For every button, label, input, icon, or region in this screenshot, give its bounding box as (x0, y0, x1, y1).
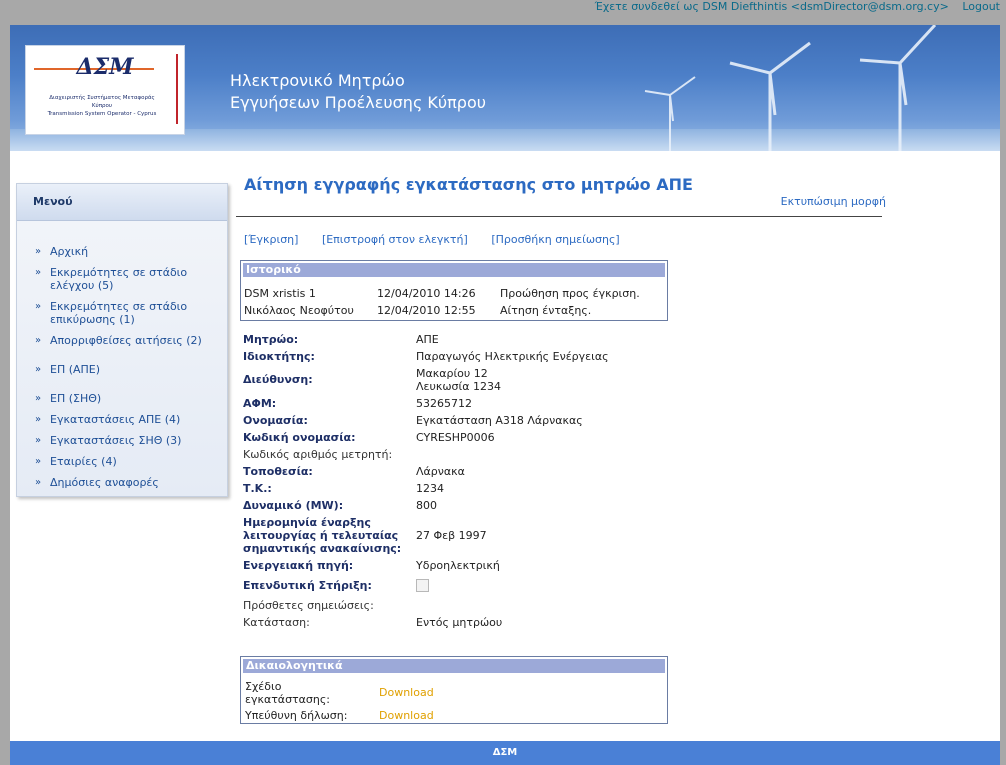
double-chevron-icon: » (35, 364, 42, 375)
double-chevron-icon: » (35, 414, 42, 425)
doc-label-installation-plan: Σχέδιο εγκατάστασης: (245, 680, 331, 706)
header-banner: ΔΣΜ Διαχειριστής Συστήματος Μεταφοράς Κύ… (10, 25, 1000, 151)
history-user: Νικόλαος Νεοφύτου (244, 304, 354, 317)
download-declaration-link[interactable]: Download (379, 709, 434, 722)
return-to-reviewer-link[interactable]: [Επιστροφή στον ελεγκτή] (322, 233, 468, 246)
sidebar-body: » Αρχική » Εκκρεμότητες σε στάδιο ελέγχου … (17, 221, 227, 496)
title-divider (236, 216, 882, 217)
sidebar-item-chp-installations[interactable]: » Εγκαταστάσεις ΣΗΘ (3) (35, 434, 215, 447)
sidebar-item-rejected[interactable]: » Απορριφθείσες αιτήσεις (2) (35, 334, 215, 347)
wind-turbines-image (644, 25, 937, 151)
sidebar-item-public-reports[interactable]: » Δημόσιες αναφορές (35, 476, 215, 489)
sidebar-menu: Μενού » Αρχική » Εκκρεμότητες σε στάδιο ελ… (16, 183, 228, 497)
double-chevron-icon: » (35, 435, 42, 446)
sidebar-item-res-installations[interactable]: » Εγκαταστάσεις ΑΠΕ (4) (35, 413, 215, 426)
sidebar-item-pending-review[interactable]: » Εκκρεμότητες σε στάδιο ελέγχου (5) (35, 266, 215, 292)
page-container: ΔΣΜ Διαχειριστής Συστήματος Μεταφοράς Κύ… (10, 25, 1000, 765)
field-address: Διεύθυνση: Μακαρίου 12 Λευκωσία 1234 (243, 367, 501, 393)
logout-link[interactable]: Logout (962, 0, 1000, 13)
approve-link[interactable]: [Έγκριση] (244, 233, 298, 246)
history-panel: Ιστορικό DSM xristis 1 12/04/2010 14:26 … (240, 260, 668, 321)
documents-title: Δικαιολογητικά (243, 659, 665, 673)
add-note-link[interactable]: [Προσθήκη σημείωσης] (491, 233, 619, 246)
sidebar-item-companies[interactable]: » Εταιρίες (4) (35, 455, 215, 468)
dsm-logo: ΔΣΜ Διαχειριστής Συστήματος Μεταφοράς Κύ… (25, 45, 185, 135)
double-chevron-icon: » (35, 335, 42, 346)
download-installation-plan-link[interactable]: Download (379, 686, 434, 699)
history-user: DSM xristis 1 (244, 287, 316, 300)
sidebar-title: Μενού (17, 184, 227, 221)
logged-in-as-text: Έχετε συνδεθεί ως DSM Diefthintis <dsmDi… (594, 0, 949, 13)
logo-subtitle: Διαχειριστής Συστήματος Μεταφοράς Κύπρου… (47, 95, 157, 117)
sidebar-item-gos-chp[interactable]: » ΕΠ (ΣΗΘ) (35, 392, 215, 405)
action-links: [Έγκριση] [Επιστροφή στον ελεγκτή] [Προσ… (244, 233, 640, 246)
site-title: Ηλεκτρονικό Μητρώο Εγγυήσεων Προέλευσης … (230, 71, 486, 112)
history-date: 12/04/2010 14:26 (377, 287, 476, 300)
history-title: Ιστορικό (243, 263, 665, 277)
top-user-bar: Έχετε συνδεθεί ως DSM Diefthintis <dsmDi… (0, 0, 1006, 22)
investment-support-checkbox[interactable] (416, 579, 429, 592)
double-chevron-icon: » (35, 267, 42, 278)
double-chevron-icon: » (35, 301, 42, 312)
printable-version-link[interactable]: Εκτυπώσιμη μορφή (781, 195, 886, 208)
field-start-date: Ημερομηνία έναρξης λειτουργίας ή τελευτα… (243, 516, 487, 555)
history-action: Αίτηση ένταξης. (500, 304, 592, 317)
documents-panel: Δικαιολογητικά Σχέδιο εγκατάστασης: Down… (240, 656, 668, 724)
double-chevron-icon: » (35, 393, 42, 404)
sidebar-item-gos-res[interactable]: » ΕΠ (ΑΠΕ) (35, 363, 215, 376)
double-chevron-icon: » (35, 456, 42, 467)
history-action: Προώθηση προς έγκριση. (500, 287, 640, 300)
double-chevron-icon: » (35, 477, 42, 488)
page-title: Αίτηση εγγραφής εγκατάστασης στο μητρώο … (244, 175, 693, 194)
history-date: 12/04/2010 12:55 (377, 304, 476, 317)
logo-mark: ΔΣΜ (76, 54, 134, 80)
sidebar-item-pending-validation[interactable]: » Εκκρεμότητες σε στάδιο επικύρωσης (1) (35, 300, 215, 326)
status-value: Εντός μητρώου (416, 616, 503, 629)
doc-label-declaration: Υπεύθυνη δήλωση: (245, 709, 348, 722)
footer-bar: ΔΣΜ (10, 741, 1000, 765)
double-chevron-icon: » (35, 246, 42, 257)
sidebar-item-home[interactable]: » Αρχική (35, 245, 215, 258)
